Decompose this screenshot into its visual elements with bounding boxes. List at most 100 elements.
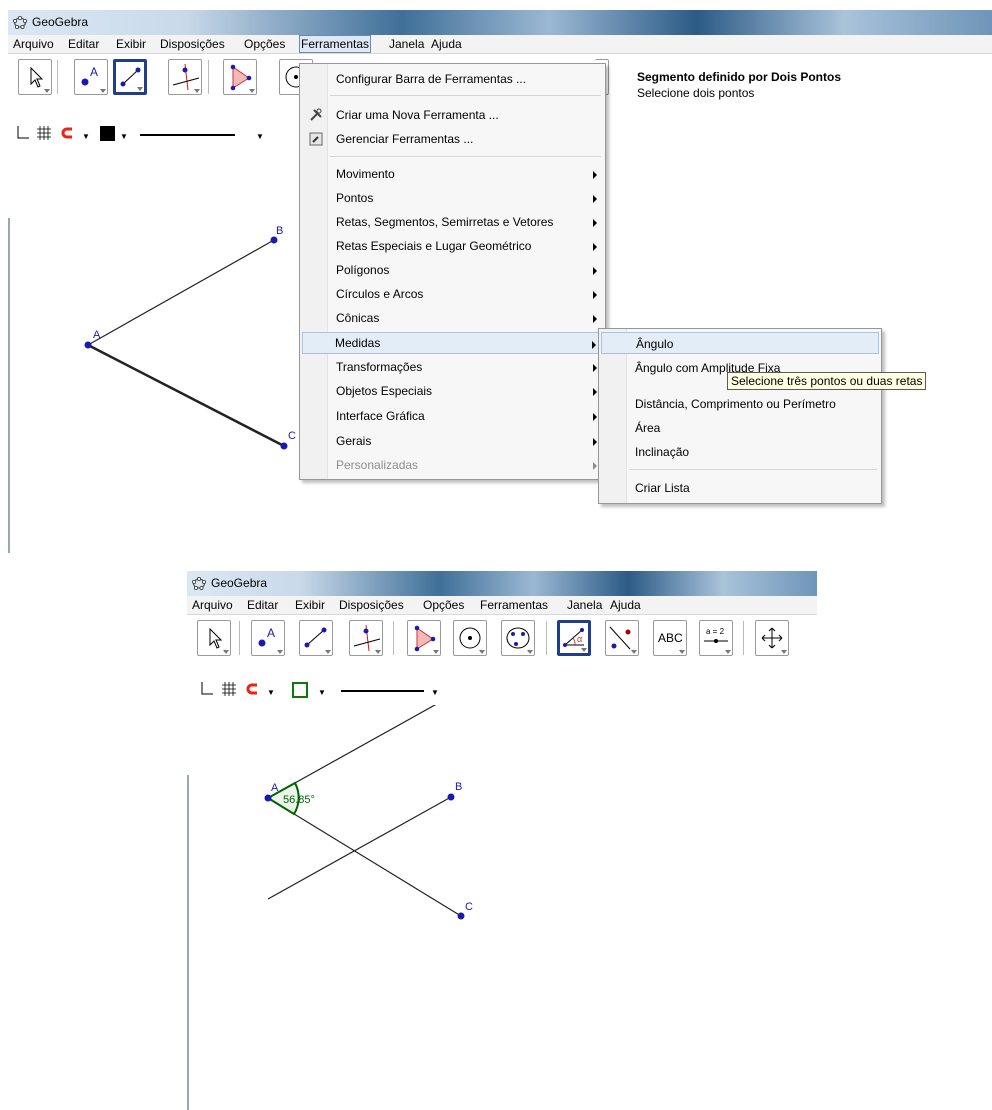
menu-ferramentas[interactable]: Ferramentas [479,598,549,612]
point-c[interactable] [457,912,465,920]
text-tool-label: ABC [658,631,683,645]
line-style-sample[interactable] [341,690,424,692]
chevron-down-icon[interactable]: ▼ [120,130,128,144]
submenu-item-distancia[interactable]: Distância, Comprimento ou Perímetro [601,393,879,415]
menu-bar: Arquivo Editar Exibir Disposições Opções… [187,596,817,615]
menu-bar: Arquivo Editar Exibir Disposições Opções… [8,35,992,54]
menu-item-configurar-barra[interactable]: Configurar Barra de Ferramentas ... [302,68,603,90]
grid-icon[interactable] [36,125,52,141]
menu-item-gerenciar-ferramentas[interactable]: Gerenciar Ferramentas ... [302,128,603,150]
menu-opcoes[interactable]: Opções [243,37,286,51]
menu-item-pontos[interactable]: Pontos [302,187,603,209]
submenu-arrow-icon [593,438,597,446]
point-b[interactable] [270,236,278,244]
move-tool-button[interactable] [18,59,52,95]
menu-ajuda[interactable]: Ajuda [609,598,642,612]
point-tool-button[interactable]: A [251,620,285,656]
menu-arquivo[interactable]: Arquivo [12,37,55,51]
title-bar[interactable]: GeoGebra [8,10,992,35]
point-a[interactable] [264,794,272,802]
line-style-sample[interactable] [140,134,235,136]
menu-arquivo[interactable]: Arquivo [191,598,234,612]
geometry-canvas[interactable]: 56.85° A C [187,705,817,1110]
menu-janela[interactable]: Janela [566,598,603,612]
menu-editar[interactable]: Editar [67,37,100,51]
submenu-arrow-icon [592,341,596,349]
menu-item-personalizadas: Personalizadas [302,454,603,476]
submenu-item-area[interactable]: Área [601,417,879,439]
geogebra-window-2: GeoGebra Arquivo Editar Exibir Disposiçõ… [187,571,817,1110]
magnet-icon[interactable] [246,682,260,696]
submenu-arrow-icon [593,171,597,179]
move-view-tool-button[interactable] [755,620,789,656]
angle-tool-button[interactable]: α [557,620,591,656]
chevron-down-icon[interactable]: ▼ [82,130,90,144]
slider-tool-button[interactable]: a = 2 [699,620,733,656]
menu-item-interface-grafica[interactable]: Interface Gráfica [302,405,603,427]
point-tool-button[interactable]: A [74,59,108,95]
submenu-arrow-icon [593,413,597,421]
style-bar: ▼ ▼ ▼ [187,679,817,701]
text-tool-button[interactable]: ABC [653,620,687,656]
reflect-tool-button[interactable] [605,620,639,656]
menu-ajuda[interactable]: Ajuda [430,37,463,51]
submenu-arrow-icon [593,364,597,372]
submenu-item-criar-lista[interactable]: Criar Lista [601,477,879,499]
color-swatch[interactable] [292,682,308,698]
label-a: A [93,329,101,341]
angle-value-label: 56.85° [283,794,315,806]
perpendicular-tool-button[interactable] [349,620,383,656]
geogebra-logo-icon [13,15,27,29]
view-border [187,775,189,1110]
menu-editar[interactable]: Editar [246,598,279,612]
chevron-down-icon[interactable]: ▼ [318,686,326,700]
menu-item-criar-ferramenta[interactable]: Criar uma Nova Ferramenta ... [302,104,603,126]
menu-disposicoes[interactable]: Disposições [338,598,405,612]
submenu-item-inclinacao[interactable]: Inclinação [601,441,879,463]
point-c[interactable] [280,442,288,450]
menu-item-circulos-arcos[interactable]: Círculos e Arcos [302,283,603,305]
tool-help-title: Segmento definido por Dois Pontos [637,70,841,84]
label-b: B [276,225,283,237]
menu-disposicoes[interactable]: Disposições [159,37,226,51]
chevron-down-icon[interactable]: ▼ [431,686,439,700]
axes-icon[interactable] [14,125,30,141]
segment-tool-button[interactable] [113,59,147,95]
label-c: C [465,901,473,913]
conic-tool-button[interactable] [501,620,535,656]
svg-text:A: A [90,65,98,79]
menu-exibir[interactable]: Exibir [294,598,326,612]
view-border [8,218,10,553]
point-a[interactable] [84,341,92,349]
menu-item-conicas[interactable]: Cônicas [302,307,603,329]
move-tool-button[interactable] [197,620,231,656]
menu-janela[interactable]: Janela [388,37,425,51]
title-bar[interactable]: GeoGebra [187,571,817,596]
color-swatch[interactable] [100,126,115,141]
submenu-item-angulo[interactable]: Ângulo [601,332,879,354]
perpendicular-tool-button[interactable] [168,59,202,95]
chevron-down-icon[interactable]: ▼ [256,130,264,144]
graphics-view[interactable]: 56.85° A C [187,705,817,1110]
menu-opcoes[interactable]: Opções [422,598,465,612]
circle-tool-button[interactable] [453,620,487,656]
menu-exibir[interactable]: Exibir [115,37,147,51]
submenu-arrow-icon [593,291,597,299]
menu-item-retas-segmentos[interactable]: Retas, Segmentos, Semirretas e Vetores [302,211,603,233]
menu-item-gerais[interactable]: Gerais [302,430,603,452]
polygon-tool-button[interactable] [407,620,441,656]
axes-icon[interactable] [198,681,214,697]
menu-item-medidas[interactable]: Medidas [302,332,603,354]
menu-ferramentas[interactable]: Ferramentas [299,35,372,53]
chevron-down-icon[interactable]: ▼ [267,686,275,700]
menu-item-transformacoes[interactable]: Transformações [302,356,603,378]
polygon-tool-button[interactable] [223,59,257,95]
magnet-icon[interactable] [61,126,75,140]
geogebra-logo-icon [192,576,206,590]
menu-item-poligonos[interactable]: Polígonos [302,259,603,281]
menu-item-movimento[interactable]: Movimento [302,163,603,185]
menu-item-objetos-especiais[interactable]: Objetos Especiais [302,380,603,402]
segment-tool-button[interactable] [299,620,333,656]
grid-icon[interactable] [221,681,237,697]
menu-item-retas-especiais[interactable]: Retas Especiais e Lugar Geométrico [302,235,603,257]
